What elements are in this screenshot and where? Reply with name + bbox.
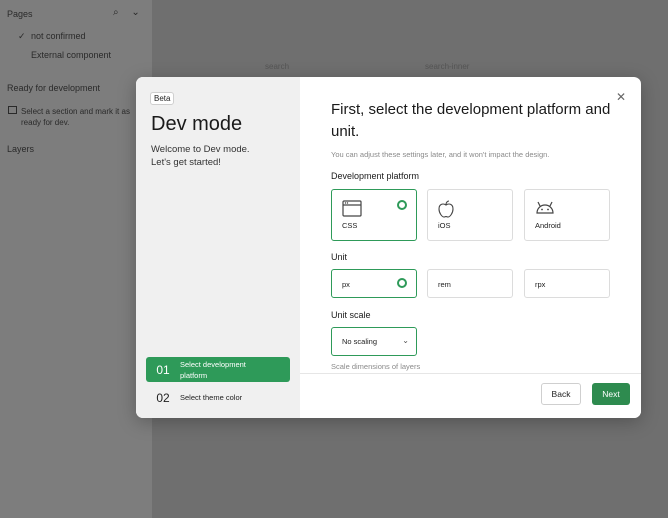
android-icon [535, 200, 555, 217]
unit-option-rpx[interactable]: rpx [524, 269, 610, 298]
background-sidebar [0, 0, 152, 518]
platform-label: iOS [438, 221, 451, 230]
step-select-platform[interactable]: 01 Select development platform [146, 357, 290, 382]
dialog-footer: Back Next [300, 373, 641, 418]
unit-scale-section-label: Unit scale [331, 310, 371, 320]
subtitle-line-2: Let's get started! [151, 157, 221, 168]
page-item-external-component: External component [31, 50, 112, 60]
apple-icon [438, 200, 454, 221]
unit-label: rem [438, 280, 451, 289]
layers-title: Layers [7, 144, 35, 154]
unit-section-label: Unit [331, 252, 348, 262]
unit-scale-value: No scaling [342, 337, 378, 346]
canvas-label-search-inner: search-inner [425, 62, 470, 71]
setup-hint: You can adjust these settings later, and… [331, 150, 550, 159]
search-icon: ⌕ [113, 7, 119, 18]
unit-label: px [342, 280, 350, 289]
step-label: Select theme color [180, 393, 243, 402]
selected-radio-icon [397, 278, 407, 288]
ready-for-development-title: Ready for development [7, 83, 101, 93]
step-label: Select development platform [180, 359, 246, 380]
dialog-title: Dev mode [151, 113, 243, 135]
unit-label: rpx [535, 280, 546, 289]
subtitle-line-1: Welcome to Dev mode. [151, 144, 250, 155]
unit-scale-dropdown[interactable]: No scaling ⌄ [331, 327, 417, 356]
page-item-not-confirmed: not confirmed [31, 31, 86, 41]
next-button[interactable]: Next [592, 383, 630, 405]
section-icon [8, 106, 17, 114]
dialog-subtitle: Welcome to Dev mode. Let's get started! [151, 143, 250, 169]
canvas-label-search: search [265, 62, 290, 71]
step-number: 01 [156, 362, 170, 377]
platform-section-label: Development platform [331, 171, 420, 181]
setup-heading: First, select the development platform a… [331, 101, 611, 140]
dev-mode-dialog: Beta Dev mode Welcome to Dev mode. Let's… [136, 77, 641, 418]
ready-for-development-hint: Select a section and mark it as ready fo… [21, 107, 130, 127]
dialog-left-panel: Beta Dev mode Welcome to Dev mode. Let's… [136, 77, 300, 418]
back-button[interactable]: Back [541, 383, 581, 405]
beta-badge: Beta [150, 92, 175, 105]
platform-option-android[interactable]: Android [524, 189, 610, 241]
pages-toolbar-icons: ⌕ ⌄ [113, 7, 140, 18]
unit-option-rem[interactable]: rem [427, 269, 513, 298]
platform-option-ios[interactable]: iOS [427, 189, 513, 241]
unit-scale-hint: Scale dimensions of layers [331, 362, 421, 371]
browser-window-icon [342, 200, 362, 220]
chevron-down-icon: ⌄ [131, 7, 140, 18]
check-icon: ✓ [18, 31, 26, 41]
chevron-down-icon: ⌄ [402, 336, 409, 345]
dialog-right-panel: ✕ First, select the development platform… [300, 77, 641, 418]
step-number: 02 [156, 390, 170, 405]
platform-label: Android [535, 221, 561, 230]
platform-option-css[interactable]: CSS [331, 189, 417, 241]
unit-option-px[interactable]: px [331, 269, 417, 298]
platform-label: CSS [342, 221, 358, 230]
step-select-theme-color[interactable]: 02 Select theme color [146, 385, 290, 410]
selected-radio-icon [397, 200, 407, 210]
pages-title: Pages [7, 9, 33, 19]
